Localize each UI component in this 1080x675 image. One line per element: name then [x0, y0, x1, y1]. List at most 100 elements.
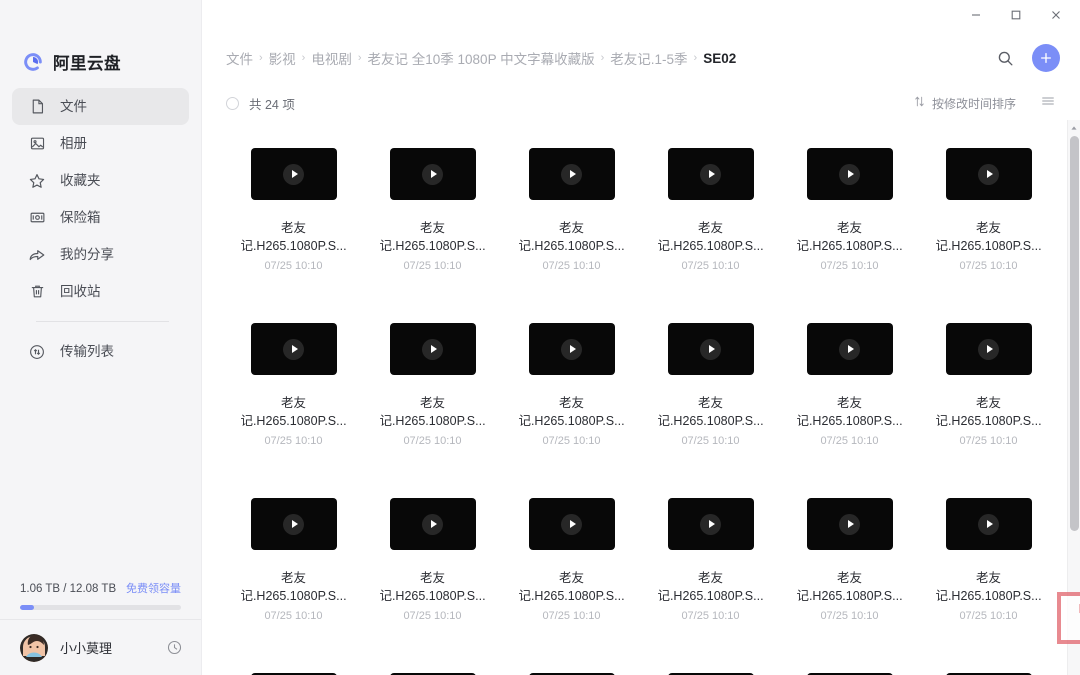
- add-button[interactable]: [1032, 44, 1060, 72]
- file-grid-container: 老友 记.H265.1080P.S... 07/25 10:10 老友 记.H265.1…: [202, 120, 1080, 675]
- sidebar-item-recycle-bin[interactable]: 回收站: [12, 273, 189, 310]
- file-date: 07/25 10:10: [959, 435, 1018, 447]
- get-free-capacity-link[interactable]: 免费领容量: [126, 580, 181, 596]
- file-card[interactable]: 老友记.H265.1080P.S...07/25 10:10: [641, 661, 780, 675]
- play-triangle: [708, 345, 715, 353]
- file-card[interactable]: 老友记.H265.1080P.S...07/25 10:10: [224, 661, 363, 675]
- file-card[interactable]: 老友记.H265.1080P.S...07/25 10:10: [502, 136, 641, 311]
- play-triangle: [986, 170, 993, 178]
- vertical-scrollbar[interactable]: [1067, 120, 1080, 675]
- file-card[interactable]: 老友记.H265.1080P.S...07/25 10:10: [641, 486, 780, 661]
- file-card[interactable]: 老友记.H265.1080P.S...07/25 10:10: [919, 486, 1058, 661]
- sidebar-item-favorites[interactable]: 收藏夹: [12, 162, 189, 199]
- file-card[interactable]: 老友记.H265.1080P.S...07/25 10:10: [224, 136, 363, 311]
- file-card[interactable]: 老友记.H265.1080P.S...07/25 10:10: [641, 136, 780, 311]
- play-icon: [283, 163, 304, 185]
- sidebar-item-files[interactable]: 文件: [12, 88, 189, 125]
- video-thumbnail[interactable]: [389, 498, 476, 550]
- file-card[interactable]: 老友记.H265.1080P.S...07/25 10:10: [641, 311, 780, 486]
- file-card[interactable]: 老友记.H265.1080P.S...07/25 10:10: [919, 311, 1058, 486]
- breadcrumb-item[interactable]: 老友记 全10季 1080P 中文字幕收藏版: [368, 48, 595, 68]
- video-thumbnail[interactable]: [250, 323, 337, 375]
- sidebar-item-transfer-list[interactable]: 传输列表: [12, 333, 189, 370]
- file-card[interactable]: 老友记.H265.1080P.S...07/25 10:10: [502, 311, 641, 486]
- file-name: 老友 记.H265.1080P.S...: [224, 569, 363, 605]
- video-thumbnail[interactable]: [806, 148, 893, 200]
- breadcrumb-item[interactable]: 电视剧: [311, 48, 352, 68]
- play-triangle: [847, 170, 854, 178]
- video-thumbnail[interactable]: [528, 323, 615, 375]
- play-triangle: [569, 520, 576, 528]
- file-card[interactable]: 老友记.H265.1080P.S...07/25 10:10: [502, 661, 641, 675]
- video-thumbnail[interactable]: [250, 498, 337, 550]
- file-card[interactable]: 老友记.H265.1080P.S... 07/25 10:10: [363, 136, 502, 311]
- file-card[interactable]: 老友记.H265.1080P.S...07/25 10:10: [919, 136, 1058, 311]
- main-area: 文件 › 影视 › 电视剧 › 老友记 全10季 1080P 中文字幕收藏版 › 老友记.1-5…: [202, 0, 1080, 675]
- storage-progress-fill: [20, 605, 35, 610]
- file-card[interactable]: 老友记.H265.1080P.S...07/25 10:10: [363, 486, 502, 661]
- sidebar-item-safebox[interactable]: 保险箱: [12, 199, 189, 236]
- file-name: 老友 记.H265.1080P.S...: [919, 569, 1058, 605]
- search-icon[interactable]: [994, 47, 1016, 69]
- video-thumbnail[interactable]: [389, 323, 476, 375]
- scrollbar-thumb[interactable]: [1070, 136, 1079, 531]
- sidebar-item-album[interactable]: 相册: [12, 125, 189, 162]
- play-triangle: [847, 345, 854, 353]
- video-thumbnail[interactable]: [667, 148, 754, 200]
- file-card[interactable]: 老友记.H265.1080P.S...07/25 10:10: [224, 486, 363, 661]
- video-thumbnail[interactable]: [528, 498, 615, 550]
- video-thumbnail[interactable]: [667, 498, 754, 550]
- video-thumbnail[interactable]: [945, 148, 1032, 200]
- file-card[interactable]: 老友记.H265.1080P.S...07/25 10:10: [780, 486, 919, 661]
- file-date: 07/25 10:10: [403, 260, 462, 272]
- view-toggle-button[interactable]: [1040, 93, 1056, 114]
- file-card[interactable]: 老友记.H265.1080P.S...07/25 10:10: [363, 311, 502, 486]
- file-card[interactable]: 老友记.H265.1080P.S...07/25 10:10: [780, 311, 919, 486]
- video-thumbnail[interactable]: [945, 323, 1032, 375]
- file-card[interactable]: 老友记.H265.1080P.S...07/25 10:10: [919, 661, 1058, 675]
- file-name-line1: 老友: [558, 571, 584, 585]
- sort-button[interactable]: 按修改时间排序: [913, 95, 1016, 112]
- file-name-line1: 老友: [697, 571, 723, 585]
- video-thumbnail[interactable]: [806, 498, 893, 550]
- file-card[interactable]: 老友记.H265.1080P.S...07/25 10:10: [224, 311, 363, 486]
- file-date: 07/25 10:10: [959, 260, 1018, 272]
- breadcrumb-item[interactable]: 文件: [226, 48, 253, 68]
- play-icon: [978, 513, 999, 535]
- play-icon: [422, 338, 443, 360]
- file-card[interactable]: 老友记.H265.1080P.S...07/25 10:10: [502, 486, 641, 661]
- maximize-button[interactable]: [996, 1, 1036, 29]
- storage-section: 1.06 TB / 12.08 TB 免费领容量: [0, 580, 201, 610]
- select-all-checkbox[interactable]: [226, 96, 239, 110]
- aliyun-drive-window: 阿里云盘 文件 相册 收藏夹 保险箱 我的分享 回收站 传输列表 1.06 TB…: [0, 0, 1080, 675]
- file-name-line2: 记.H265.1080P.S...: [240, 589, 347, 603]
- user-section[interactable]: 小小莫理: [0, 620, 201, 675]
- video-thumbnail[interactable]: [806, 323, 893, 375]
- gear-icon[interactable]: [166, 639, 183, 656]
- sidebar-item-my-shares[interactable]: 我的分享: [12, 236, 189, 273]
- breadcrumb-item[interactable]: 影视: [269, 48, 296, 68]
- close-button[interactable]: [1036, 1, 1076, 29]
- toolbar: 共 24 项 按修改时间排序: [202, 86, 1080, 120]
- star-icon: [28, 172, 46, 190]
- file-name: 老友 记.H265.1080P.S...: [363, 219, 502, 255]
- file-card[interactable]: 老友记.H265.1080P.S...07/25 10:10: [363, 661, 502, 675]
- video-thumbnail[interactable]: [528, 148, 615, 200]
- avatar[interactable]: [20, 633, 48, 662]
- file-card[interactable]: 老友记.H265.1080P.S...07/25 10:10: [780, 661, 919, 675]
- scroll-up-arrow-icon[interactable]: [1068, 120, 1080, 135]
- minimize-button[interactable]: [956, 1, 996, 29]
- file-name-line2: 记.H265.1080P.S...: [935, 589, 1042, 603]
- file-name: 老友 记.H265.1080P.S...: [363, 569, 502, 605]
- play-triangle: [569, 170, 576, 178]
- video-thumbnail[interactable]: [389, 148, 476, 200]
- file-card[interactable]: 老友记.H265.1080P.S...07/25 10:10: [780, 136, 919, 311]
- video-thumbnail[interactable]: [945, 498, 1032, 550]
- breadcrumb-item[interactable]: 老友记.1-5季: [610, 48, 687, 68]
- video-thumbnail[interactable]: [667, 323, 754, 375]
- breadcrumb-separator: ›: [259, 52, 263, 64]
- video-thumbnail[interactable]: [250, 148, 337, 200]
- play-icon: [700, 513, 721, 535]
- sort-arrows-icon: [913, 95, 926, 111]
- file-date: 07/25 10:10: [542, 435, 601, 447]
